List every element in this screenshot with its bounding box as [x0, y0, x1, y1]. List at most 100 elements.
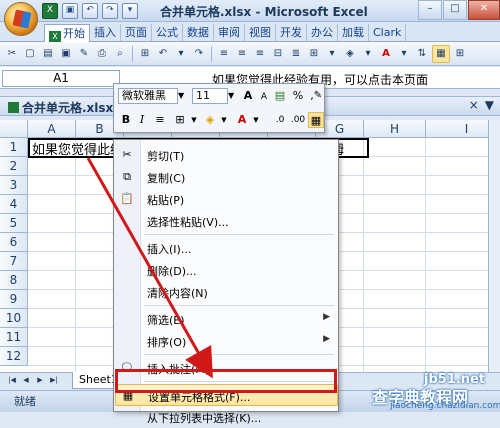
row-header-7[interactable]: 7: [0, 252, 28, 271]
office-button[interactable]: [4, 2, 38, 36]
font-name-select[interactable]: 微软雅黑: [118, 88, 178, 104]
tab-page-layout[interactable]: 页面: [121, 24, 152, 41]
workbook-close-button[interactable]: ×: [469, 98, 479, 112]
undo-icon[interactable]: ↶: [82, 3, 98, 19]
increase-decimal-icon[interactable]: .00: [290, 112, 306, 128]
cut-icon[interactable]: ✂: [4, 46, 20, 62]
dropdown-icon[interactable]: ▾: [360, 46, 376, 62]
size-dropdown-icon[interactable]: ▼: [228, 88, 238, 104]
tab-formulas[interactable]: 公式: [152, 24, 183, 41]
row-header-2[interactable]: 2: [0, 157, 28, 176]
insert-icon[interactable]: ⊞: [137, 46, 153, 62]
maximize-button[interactable]: □: [443, 0, 467, 20]
row-header-12[interactable]: 12: [0, 347, 28, 366]
column-header-a[interactable]: A: [28, 120, 76, 138]
column-header-h[interactable]: H: [364, 120, 426, 138]
tab-insert[interactable]: 插入: [90, 24, 121, 41]
menu-item-7[interactable]: 清除内容(N): [115, 281, 338, 303]
window-controls: – □ ✕: [417, 0, 500, 20]
first-sheet-icon[interactable]: |◀: [6, 374, 18, 386]
workbook-menu-button[interactable]: ▼: [485, 98, 494, 112]
italic-button[interactable]: I: [134, 112, 150, 128]
row-header-1[interactable]: 1: [0, 138, 28, 157]
close-button[interactable]: ✕: [468, 0, 500, 20]
shrink-font-button[interactable]: A: [256, 89, 272, 105]
merge-icon[interactable]: ⊟: [270, 46, 286, 62]
tab-clark[interactable]: Clark: [369, 24, 407, 41]
align-center-icon[interactable]: ≡: [234, 46, 250, 62]
minimize-button[interactable]: –: [418, 0, 442, 20]
open-icon[interactable]: ▤: [40, 46, 56, 62]
new-icon[interactable]: ▢: [22, 46, 38, 62]
workbook-name: 合并单元格.xlsx: [8, 99, 113, 116]
tab-view[interactable]: 视图: [245, 24, 276, 41]
format-painter-icon[interactable]: ✎: [310, 88, 326, 104]
print-icon[interactable]: ⎙: [94, 46, 110, 62]
align-left-icon[interactable]: ≡: [216, 46, 232, 62]
font-dropdown-icon[interactable]: ▼: [178, 88, 188, 104]
prev-sheet-icon[interactable]: ◀: [20, 374, 32, 386]
font-size-select[interactable]: 11: [192, 88, 228, 104]
borders-dropdown-icon[interactable]: ▼: [186, 112, 202, 128]
save-icon[interactable]: ▣: [62, 3, 78, 19]
excel-app-icon: X: [42, 3, 58, 19]
last-sheet-icon[interactable]: ▶|: [48, 374, 60, 386]
decrease-decimal-icon[interactable]: .0: [272, 112, 288, 128]
fill-dropdown-icon[interactable]: ▼: [216, 112, 232, 128]
menu-item-5[interactable]: 插入(I)...: [115, 237, 338, 259]
row-header-11[interactable]: 11: [0, 328, 28, 347]
dropdown-icon[interactable]: ▾: [324, 46, 340, 62]
preview-icon[interactable]: ⌕: [112, 46, 128, 62]
tab-review[interactable]: 审阅: [214, 24, 245, 41]
fill-color-icon[interactable]: ◈: [342, 46, 358, 62]
redo-icon[interactable]: ↷: [102, 3, 118, 19]
menu-item-15[interactable]: 从下拉列表中选择(K)...: [115, 406, 338, 428]
format-painter-icon[interactable]: ✎: [76, 46, 92, 62]
next-sheet-icon[interactable]: ▶: [34, 374, 46, 386]
tab-office[interactable]: 办公: [307, 24, 338, 41]
sort-icon[interactable]: ⇅: [414, 46, 430, 62]
qat-customize-icon[interactable]: ▾: [122, 3, 138, 19]
menu-item-3[interactable]: 选择性粘贴(V)...: [115, 210, 338, 232]
row-header-8[interactable]: 8: [0, 271, 28, 290]
vertical-scrollbar[interactable]: [488, 120, 500, 372]
borders-icon[interactable]: ⊞: [306, 46, 322, 62]
grid-icon[interactable]: ⊞: [452, 46, 468, 62]
row-header-6[interactable]: 6: [0, 233, 28, 252]
accounting-format-icon[interactable]: ▤: [272, 88, 288, 104]
menu-item-9[interactable]: 筛选(E) ▶: [115, 308, 338, 330]
menu-item-10[interactable]: 排序(O) ▶: [115, 330, 338, 352]
font-name-value: 微软雅黑: [122, 89, 166, 102]
select-all-corner[interactable]: [0, 120, 28, 138]
name-box[interactable]: A1: [2, 70, 120, 87]
justify-icon[interactable]: ≣: [288, 46, 304, 62]
align-right-icon[interactable]: ≡: [252, 46, 268, 62]
center-button[interactable]: ≡: [152, 112, 168, 128]
grid-line: [425, 138, 426, 372]
dropdown-icon[interactable]: ▾: [396, 46, 412, 62]
save-icon[interactable]: ▣: [58, 46, 74, 62]
font-color-icon[interactable]: A: [378, 46, 394, 62]
undo-icon[interactable]: ↶: [155, 46, 171, 62]
merge-cells-icon[interactable]: ▦: [308, 112, 324, 128]
tab-addins[interactable]: 加载: [338, 24, 369, 41]
tab-home[interactable]: X 开始: [44, 24, 90, 43]
dropdown-icon[interactable]: ▾: [173, 46, 189, 62]
tab-data[interactable]: 数据: [183, 24, 214, 41]
format-cells-icon[interactable]: ▦: [432, 44, 450, 63]
row-header-3[interactable]: 3: [0, 176, 28, 195]
sheet-navigation: |◀ ◀ ▶ ▶|: [6, 374, 60, 386]
row-header-9[interactable]: 9: [0, 290, 28, 309]
row-header-10[interactable]: 10: [0, 309, 28, 328]
menu-item-1[interactable]: ⧉ 复制(C): [115, 166, 338, 188]
menu-item-6[interactable]: 删除(D)...: [115, 259, 338, 281]
menu-item-0[interactable]: ✂ 剪切(T): [115, 144, 338, 166]
row-header-5[interactable]: 5: [0, 214, 28, 233]
menu-item-2[interactable]: 📋 粘贴(P): [115, 188, 338, 210]
grow-font-button[interactable]: A: [240, 88, 256, 104]
tab-developer[interactable]: 开发: [276, 24, 307, 41]
bold-button[interactable]: B: [118, 112, 134, 128]
redo-icon[interactable]: ↷: [191, 46, 207, 62]
font-color-dropdown-icon[interactable]: ▼: [248, 112, 264, 128]
row-header-4[interactable]: 4: [0, 195, 28, 214]
